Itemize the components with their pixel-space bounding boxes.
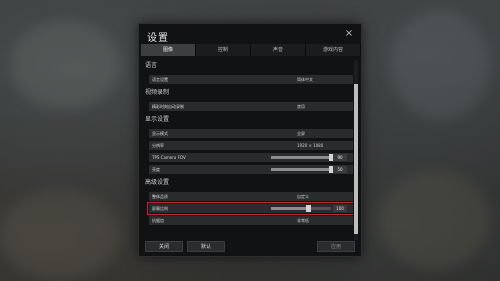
fov-slider[interactable] <box>271 154 334 161</box>
setting-label: 亮度 <box>152 167 160 172</box>
setting-value[interactable]: 1920 × 1080 <box>297 141 323 150</box>
setting-label: 整体品质 <box>152 194 168 199</box>
setting-label: 语言设置 <box>152 77 168 82</box>
section-recording-title: 视频录制 <box>145 89 170 96</box>
slider-handle[interactable] <box>306 205 312 212</box>
close-button[interactable]: 关闭 <box>145 241 183 252</box>
setting-row-language[interactable]: 语言设置 简体中文 <box>149 75 353 84</box>
setting-label: 屏幕比例 <box>152 206 168 211</box>
settings-dialog: 设置 × 图像 控制 声音 游戏内容 语言 语言设置 简体中文 视频录制 精彩时… <box>138 23 362 257</box>
slider-fill <box>271 168 331 171</box>
section-advanced-title: 高级设置 <box>145 179 170 186</box>
setting-label: 显示模式 <box>152 131 168 136</box>
setting-label: 抗锯齿 <box>152 218 164 223</box>
section-display-title: 显示设置 <box>145 116 170 123</box>
settings-list: 语言 语言设置 简体中文 视频录制 精彩时刻自动录制 禁用 显示设置 显示模式 … <box>141 58 353 243</box>
setting-row-brightness[interactable]: 亮度 50 <box>149 165 353 174</box>
tab-bar: 图像 控制 声音 游戏内容 <box>141 44 361 56</box>
setting-value[interactable]: 非常低 <box>297 216 309 225</box>
setting-label: 分辨率 <box>152 143 164 148</box>
screen-scale-slider[interactable] <box>271 205 331 212</box>
dialog-title: 设置 <box>147 33 169 44</box>
setting-value[interactable]: 禁用 <box>297 102 305 111</box>
tab-sound[interactable]: 声音 <box>251 44 306 56</box>
setting-row-auto-record[interactable]: 精彩时刻自动录制 禁用 <box>149 102 353 111</box>
brightness-slider[interactable] <box>271 166 334 173</box>
screen-scale-number-field[interactable]: 100 <box>333 205 347 212</box>
tab-gameplay[interactable]: 游戏内容 <box>306 44 361 56</box>
dialog-footer: 关闭 默认 应用 <box>139 238 363 256</box>
setting-row-tps-fov[interactable]: TPS Camera FOV 90 <box>149 153 353 162</box>
setting-label: TPS Camera FOV <box>152 155 186 160</box>
fov-number-field[interactable]: 90 <box>333 154 347 161</box>
setting-label: 精彩时刻自动录制 <box>152 104 184 109</box>
setting-value[interactable]: 简体中文 <box>297 75 313 84</box>
setting-value[interactable]: 自定义 <box>297 192 309 201</box>
tab-controls[interactable]: 控制 <box>196 44 251 56</box>
default-button[interactable]: 默认 <box>187 241 225 252</box>
setting-row-overall-quality[interactable]: 整体品质 自定义 <box>149 192 353 201</box>
close-icon[interactable]: × <box>343 28 355 40</box>
slider-fill <box>271 156 331 159</box>
slider-fill <box>271 207 309 210</box>
setting-value[interactable]: 全屏 <box>297 129 305 138</box>
setting-row-anti-aliasing[interactable]: 抗锯齿 非常低 <box>149 216 353 225</box>
settings-scrollbar[interactable] <box>354 60 358 240</box>
setting-row-screen-scale[interactable]: 屏幕比例 100 <box>147 202 353 215</box>
apply-button[interactable]: 应用 <box>317 241 355 252</box>
tab-graphics[interactable]: 图像 <box>141 44 196 56</box>
scrollbar-thumb[interactable] <box>354 84 358 234</box>
brightness-number-field[interactable]: 50 <box>333 166 347 173</box>
setting-row-resolution[interactable]: 分辨率 1920 × 1080 <box>149 141 353 150</box>
section-language-title: 语言 <box>145 62 158 69</box>
setting-row-display-mode[interactable]: 显示模式 全屏 <box>149 129 353 138</box>
